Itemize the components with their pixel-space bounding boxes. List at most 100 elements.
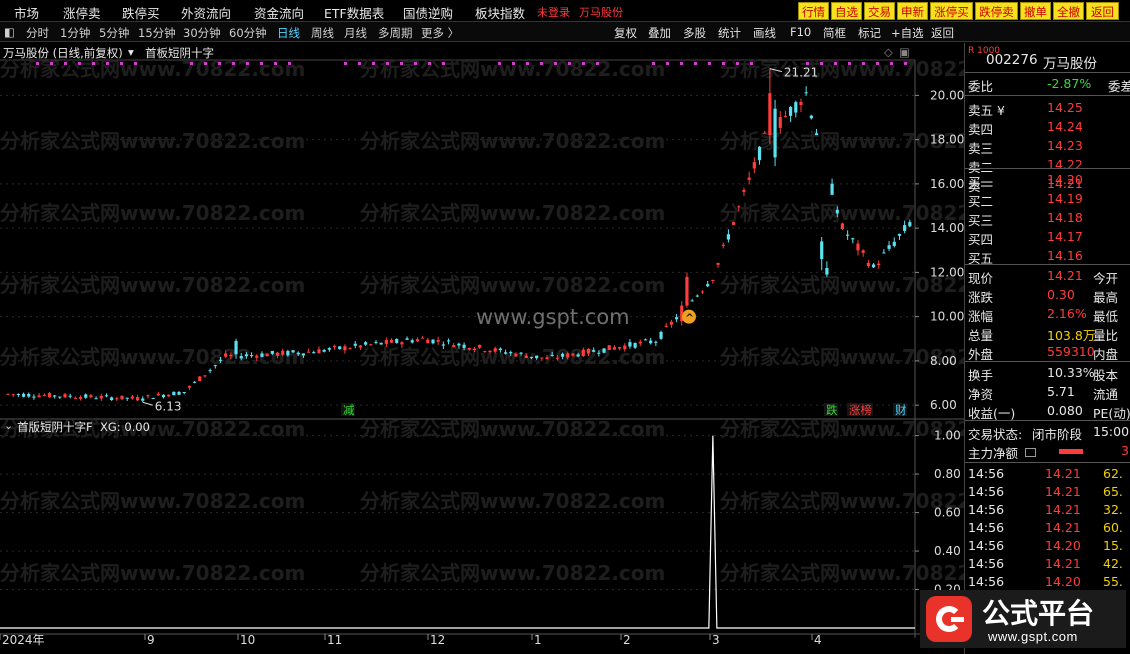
candle-body — [130, 396, 134, 399]
event-marker: 涨榜 — [849, 403, 872, 417]
period-monthly[interactable]: 月线 — [344, 25, 367, 41]
candle-body — [514, 353, 518, 357]
candle-body — [120, 395, 124, 400]
y-tick-label: 14.00 — [930, 221, 964, 235]
toolbar-mark-button[interactable]: 标记 — [858, 25, 881, 41]
candle-body — [856, 243, 860, 251]
period-multi[interactable]: 多周期 — [378, 25, 413, 41]
quick-trade-button[interactable]: 交易 — [864, 2, 895, 20]
candle-body — [835, 209, 839, 214]
watermark-text: 分析家公式网www.70822.com — [360, 129, 665, 153]
menu-limit-up-sell[interactable]: 涨停卖 — [63, 3, 101, 22]
stat2-row: 换手 10.33% 股本 — [965, 364, 1130, 383]
watermark-text: 分析家公式网www.70822.com — [720, 417, 964, 441]
signal-dot — [876, 62, 879, 65]
tick-row: 14:56 14.21 62. — [965, 465, 1130, 484]
candle-body — [669, 321, 674, 325]
x-tick-label: 1 — [534, 633, 542, 647]
quick-limit-down-sell-button[interactable]: 跌停卖 — [975, 2, 1018, 20]
signal-dot — [526, 62, 529, 65]
candle-body — [752, 162, 756, 169]
candle-body — [737, 206, 741, 208]
candle-body — [617, 347, 622, 349]
ask-price: 14.24 — [1047, 119, 1083, 134]
watermark-text: 分析家公式网www.70822.com — [720, 489, 964, 513]
chart-area[interactable]: 分析家公式网www.70822.com 分析家公式网www.70822.com 分析… — [0, 42, 964, 654]
signal-dot — [372, 62, 375, 65]
quick-back-button[interactable]: 返回 — [1086, 2, 1119, 20]
candle-body — [524, 355, 528, 358]
brand-logo-icon — [926, 596, 972, 642]
tick-row: 14:56 14.20 15. — [965, 537, 1130, 556]
period-30min[interactable]: 30分钟 — [183, 25, 221, 41]
toolbar-draw-button[interactable]: 画线 — [753, 25, 776, 41]
bid-price: 14.16 — [1047, 248, 1083, 263]
toolbar-f10-button[interactable]: F10 — [790, 25, 811, 39]
stat-row: 涨幅 2.16% 最低 — [965, 305, 1130, 324]
candle-body — [602, 348, 606, 353]
signal-dot — [120, 62, 123, 65]
toolbar-overlay-button[interactable]: 叠加 — [648, 25, 671, 41]
calendar-icon[interactable] — [1025, 448, 1036, 457]
menu-fund-flow[interactable]: 资金流向 — [254, 3, 304, 22]
quick-watchlist-button[interactable]: 自选 — [831, 2, 862, 20]
toolbar-simple-frame-button[interactable]: 简框 — [823, 25, 846, 41]
candle-body — [478, 344, 482, 348]
candle-body — [768, 93, 772, 136]
menu-limit-down-buy[interactable]: 跌停买 — [122, 3, 160, 22]
quick-cancel-order-button[interactable]: 撤单 — [1020, 2, 1051, 20]
ask-price: 14.22 — [1047, 157, 1083, 172]
trade-status-time: 15:00 — [1093, 424, 1130, 439]
top-menu-bar: 市场 涨停卖 跌停买 外资流向 资金流向 ETF数据表 国债逆购 板块指数 未登… — [0, 0, 1130, 22]
candle-body — [825, 267, 829, 275]
stat-value: 14.21 — [1047, 268, 1083, 283]
candle-body — [882, 252, 886, 254]
stat2-row: 收益(一) 0.080 PE(动) — [965, 402, 1130, 421]
menu-foreign-flow[interactable]: 外资流向 — [181, 3, 231, 22]
login-status[interactable]: 未登录 — [537, 4, 570, 20]
toolbar-multistock-button[interactable]: 多股 — [683, 25, 706, 41]
toolbar-back-button[interactable]: 返回 — [931, 25, 954, 41]
quick-limit-up-buy-button[interactable]: 涨停买 — [930, 2, 973, 20]
period-15min[interactable]: 15分钟 — [138, 25, 176, 41]
candle-body — [161, 394, 166, 398]
tick-time: 14:56 — [968, 556, 1005, 571]
toolbar-stats-button[interactable]: 统计 — [718, 25, 741, 41]
candle-body — [58, 396, 62, 398]
candle-body — [172, 391, 176, 396]
period-more[interactable]: 更多 〉 — [421, 25, 459, 41]
period-5min[interactable]: 5分钟 — [99, 25, 129, 41]
period-60min[interactable]: 60分钟 — [229, 25, 267, 41]
stat-row: 外盘 559310 内盘 — [965, 343, 1130, 362]
period-weekly[interactable]: 周线 — [311, 25, 334, 41]
candle-body — [415, 339, 420, 342]
toolbar-adjust-button[interactable]: 复权 — [614, 25, 637, 41]
bid-label: 买二 — [968, 194, 994, 209]
period-1min[interactable]: 1分钟 — [60, 25, 90, 41]
candle-body — [742, 189, 746, 192]
candle-body — [410, 340, 414, 343]
candle-body — [711, 280, 715, 282]
candle-body — [21, 393, 26, 397]
menu-market[interactable]: 市场 — [14, 3, 39, 22]
panel-toggle-icon[interactable]: ◧ — [4, 25, 15, 39]
quick-quote-button[interactable]: 行情 — [798, 2, 829, 20]
trade-status-value: 闭市阶段 — [1032, 427, 1083, 442]
candle-body — [674, 317, 679, 320]
tick-volume: 32. — [1103, 502, 1123, 517]
quick-cancel-all-button[interactable]: 全撤 — [1053, 2, 1084, 20]
stat2-value: 5.71 — [1047, 384, 1075, 399]
toolbar-add-watchlist-button[interactable]: +自选 — [891, 25, 924, 41]
period-intraday[interactable]: 分时 — [26, 25, 49, 41]
menu-etf-table[interactable]: ETF数据表 — [324, 3, 384, 22]
brand-url: www.gspt.com — [988, 629, 1078, 644]
candle-body — [275, 352, 280, 356]
menu-sector-index[interactable]: 板块指数 — [475, 3, 525, 22]
menu-bond-repo[interactable]: 国债逆购 — [403, 3, 453, 22]
candle-body — [11, 394, 15, 396]
period-daily[interactable]: 日线 — [277, 25, 300, 41]
quick-ipo-button[interactable]: 申新 — [897, 2, 928, 20]
tick-price: 14.21 — [1045, 556, 1081, 571]
candle-body — [716, 263, 720, 265]
tick-row: 14:56 14.21 65. — [965, 483, 1130, 502]
